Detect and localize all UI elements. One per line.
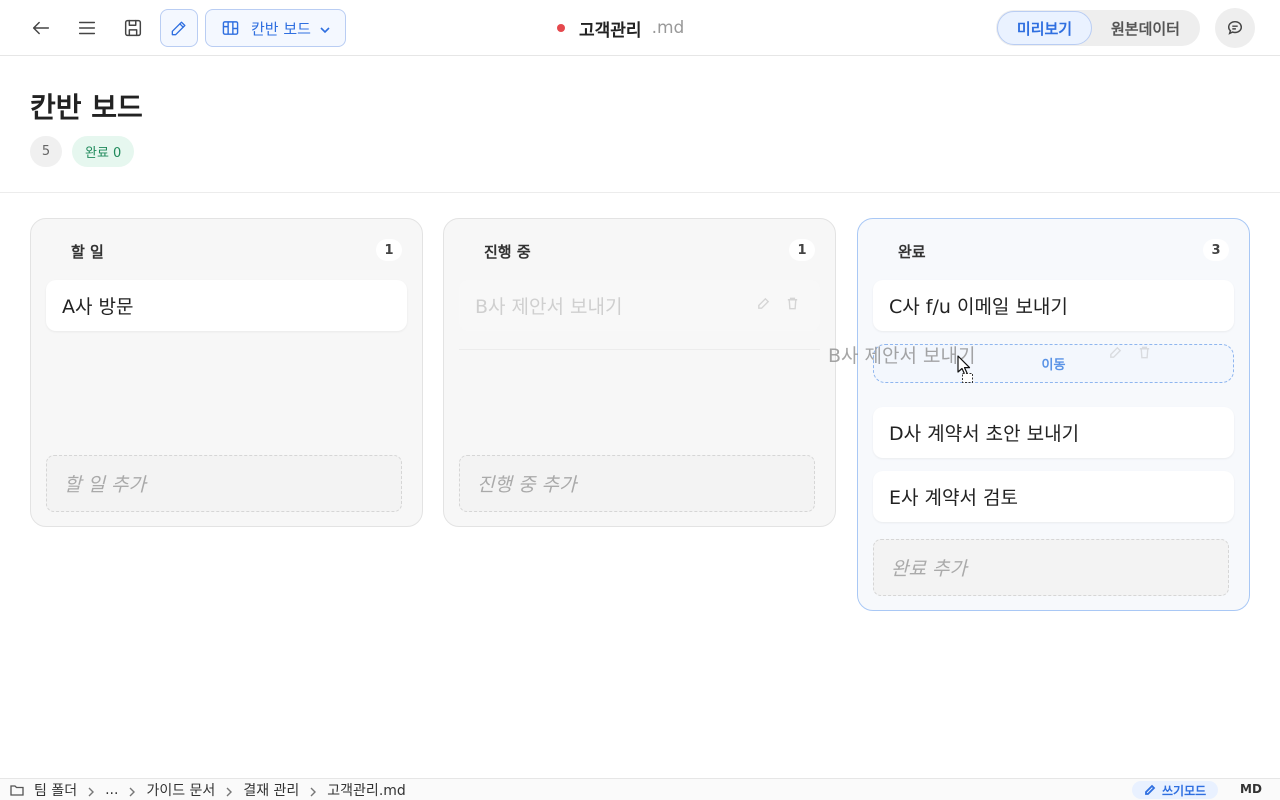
document-name: 고객관리 <box>579 20 642 41</box>
column-done: 완료 3 C사 f/u 이메일 보내기 D사 계약서 초안 보내기 E사 계약서… <box>857 218 1250 611</box>
trash-icon <box>1139 346 1150 359</box>
dragged-card-actions <box>1108 345 1152 360</box>
menu-button[interactable] <box>68 9 106 47</box>
add-card-input[interactable]: 할 일 추가 <box>46 455 402 512</box>
chevron-right-icon <box>309 785 317 796</box>
trash-icon <box>787 297 798 310</box>
column-title: 할 일 <box>71 243 104 261</box>
add-card-input[interactable]: 진행 중 추가 <box>459 455 815 512</box>
drop-divider <box>459 349 820 350</box>
file-format-label[interactable]: MD <box>1240 782 1262 796</box>
unsaved-indicator <box>557 24 565 32</box>
dragged-card-ghost[interactable]: B사 제안서 보내기 <box>828 341 975 368</box>
card-text: B사 제안서 보내기 <box>475 296 623 318</box>
pencil-icon <box>1145 784 1156 795</box>
kanban-card[interactable]: E사 계약서 검토 <box>873 471 1234 522</box>
chevron-right-icon <box>87 785 95 796</box>
kanban-card[interactable]: D사 계약서 초안 보내기 <box>873 407 1234 458</box>
add-card-input[interactable]: 완료 추가 <box>873 539 1229 596</box>
total-count-badge: 5 <box>30 136 62 167</box>
breadcrumb-item[interactable]: 팀 폴더 <box>34 780 77 800</box>
status-bar: 팀 폴더 ... 가이드 문서 결재 관리 고객관리.md 쓰기모드 MD <box>0 778 1280 800</box>
hamburger-icon <box>78 21 96 35</box>
chevron-right-icon <box>128 785 136 796</box>
column-count: 1 <box>789 239 815 261</box>
done-count-badge: 완료 0 <box>72 136 135 167</box>
column-count: 3 <box>1203 239 1229 261</box>
chevron-right-icon <box>225 785 233 796</box>
document-extension: .md <box>651 18 685 38</box>
back-button[interactable] <box>22 9 60 47</box>
card-actions <box>756 296 800 311</box>
pencil-icon <box>1110 346 1122 358</box>
chat-bubble-icon <box>1227 20 1243 35</box>
header-divider <box>0 192 1280 193</box>
breadcrumb-item[interactable]: 가이드 문서 <box>146 780 215 800</box>
pencil-icon <box>758 297 770 309</box>
view-selector[interactable]: 칸반 보드 <box>205 9 346 47</box>
kanban-card-dragging-placeholder[interactable]: B사 제안서 보내기 <box>459 280 820 331</box>
mouse-cursor-icon <box>957 355 973 383</box>
comment-button[interactable] <box>1215 8 1255 48</box>
breadcrumb-current[interactable]: 고객관리.md <box>327 780 406 800</box>
raw-data-tab[interactable]: 원본데이터 <box>1092 11 1199 45</box>
write-mode-badge[interactable]: 쓰기모드 <box>1132 781 1219 799</box>
view-selector-label: 칸반 보드 <box>251 19 311 38</box>
view-mode-toggle: 미리보기 원본데이터 <box>996 10 1200 46</box>
kanban-card[interactable]: A사 방문 <box>46 280 407 331</box>
folder-icon <box>10 783 24 797</box>
arrow-left-icon <box>32 21 50 35</box>
kanban-icon <box>222 20 239 37</box>
column-in-progress: 진행 중 1 B사 제안서 보내기 진행 중 추가 <box>443 218 836 527</box>
write-mode-label: 쓰기모드 <box>1162 783 1207 798</box>
breadcrumb-item[interactable]: ... <box>105 782 118 798</box>
column-count: 1 <box>376 239 402 261</box>
edit-button[interactable] <box>160 9 198 47</box>
column-title: 완료 <box>898 243 926 261</box>
save-icon <box>124 19 142 37</box>
column-title: 진행 중 <box>484 243 531 261</box>
column-todo: 할 일 1 A사 방문 할 일 추가 <box>30 218 423 527</box>
document-title: 고객관리 .md <box>557 17 685 41</box>
page-title: 칸반 보드 <box>30 91 143 124</box>
chevron-down-icon <box>319 22 331 34</box>
kanban-card[interactable]: C사 f/u 이메일 보내기 <box>873 280 1234 331</box>
top-toolbar: 칸반 보드 고객관리 .md 미리보기 원본데이터 <box>0 0 1280 56</box>
preview-tab[interactable]: 미리보기 <box>997 11 1092 45</box>
pencil-icon <box>171 21 186 36</box>
save-button[interactable] <box>114 9 152 47</box>
breadcrumb-item[interactable]: 결재 관리 <box>243 780 299 800</box>
